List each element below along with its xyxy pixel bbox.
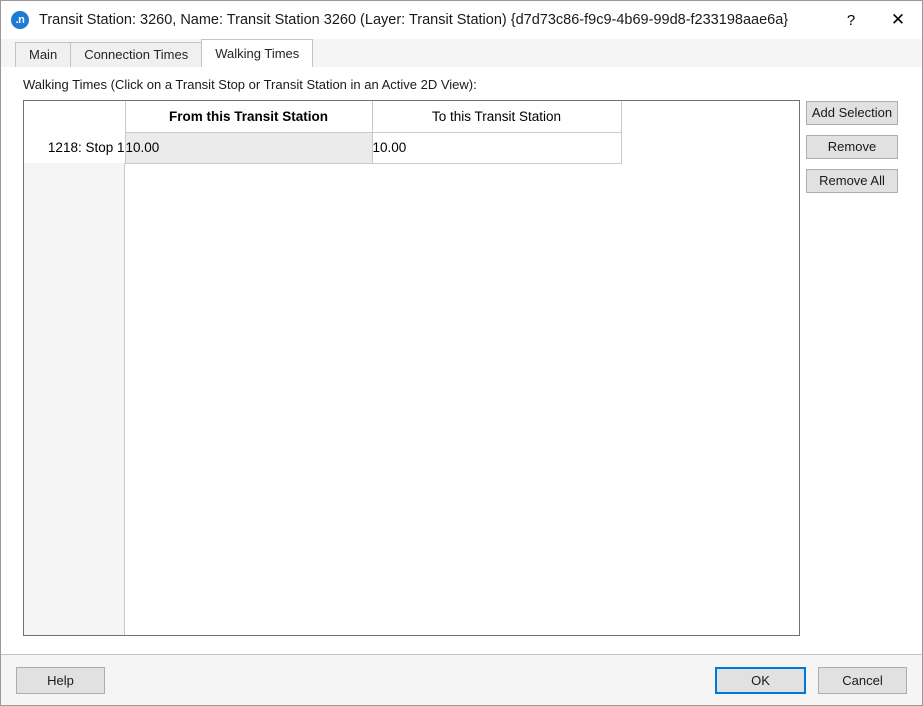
app-icon: .n	[11, 11, 29, 29]
close-icon[interactable]: ✕	[874, 1, 922, 39]
grid-row-header-gutter	[24, 163, 125, 635]
column-header-to[interactable]: To this Transit Station	[372, 101, 621, 132]
grid-corner-cell	[24, 101, 125, 132]
help-icon[interactable]: ?	[828, 1, 874, 39]
table-row[interactable]: 1218: Stop 1 10.00 10.00	[24, 132, 799, 163]
grid-header-row: From this Transit Station To this Transi…	[24, 101, 799, 132]
tab-walking-times[interactable]: Walking Times	[201, 39, 313, 67]
cell-to-walking-time[interactable]: 10.00	[372, 132, 621, 163]
remove-button[interactable]: Remove	[806, 135, 898, 159]
tab-page-walking-times: Walking Times (Click on a Transit Stop o…	[1, 66, 922, 655]
add-selection-button[interactable]: Add Selection	[806, 101, 898, 125]
footer-right-group: OK Cancel	[715, 667, 907, 694]
walking-times-grid[interactable]: From this Transit Station To this Transi…	[23, 100, 800, 636]
grid-table: From this Transit Station To this Transi…	[24, 101, 799, 164]
tab-connection-times[interactable]: Connection Times	[70, 42, 202, 67]
close-glyph: ✕	[891, 12, 905, 29]
column-header-from[interactable]: From this Transit Station	[125, 101, 372, 132]
ok-button[interactable]: OK	[715, 667, 806, 694]
tab-main[interactable]: Main	[15, 42, 71, 67]
instruction-label: Walking Times (Click on a Transit Stop o…	[1, 67, 922, 100]
grid-action-buttons: Add Selection Remove Remove All	[806, 100, 898, 636]
column-header-filler	[621, 101, 799, 132]
content-row: From this Transit Station To this Transi…	[1, 100, 922, 654]
dialog-footer: Help OK Cancel	[1, 655, 922, 705]
remove-all-button[interactable]: Remove All	[806, 169, 898, 193]
caption-buttons: ? ✕	[828, 1, 922, 39]
cancel-button[interactable]: Cancel	[818, 667, 907, 694]
dialog-window: .n Transit Station: 3260, Name: Transit …	[0, 0, 923, 706]
help-button[interactable]: Help	[16, 667, 105, 694]
tab-strip: Main Connection Times Walking Times	[1, 39, 922, 67]
cell-from-walking-time[interactable]: 10.00	[125, 132, 372, 163]
cell-filler	[621, 132, 799, 163]
title-bar: .n Transit Station: 3260, Name: Transit …	[1, 1, 922, 39]
window-title: Transit Station: 3260, Name: Transit Sta…	[39, 12, 788, 28]
row-header-stop[interactable]: 1218: Stop 1	[24, 132, 125, 163]
